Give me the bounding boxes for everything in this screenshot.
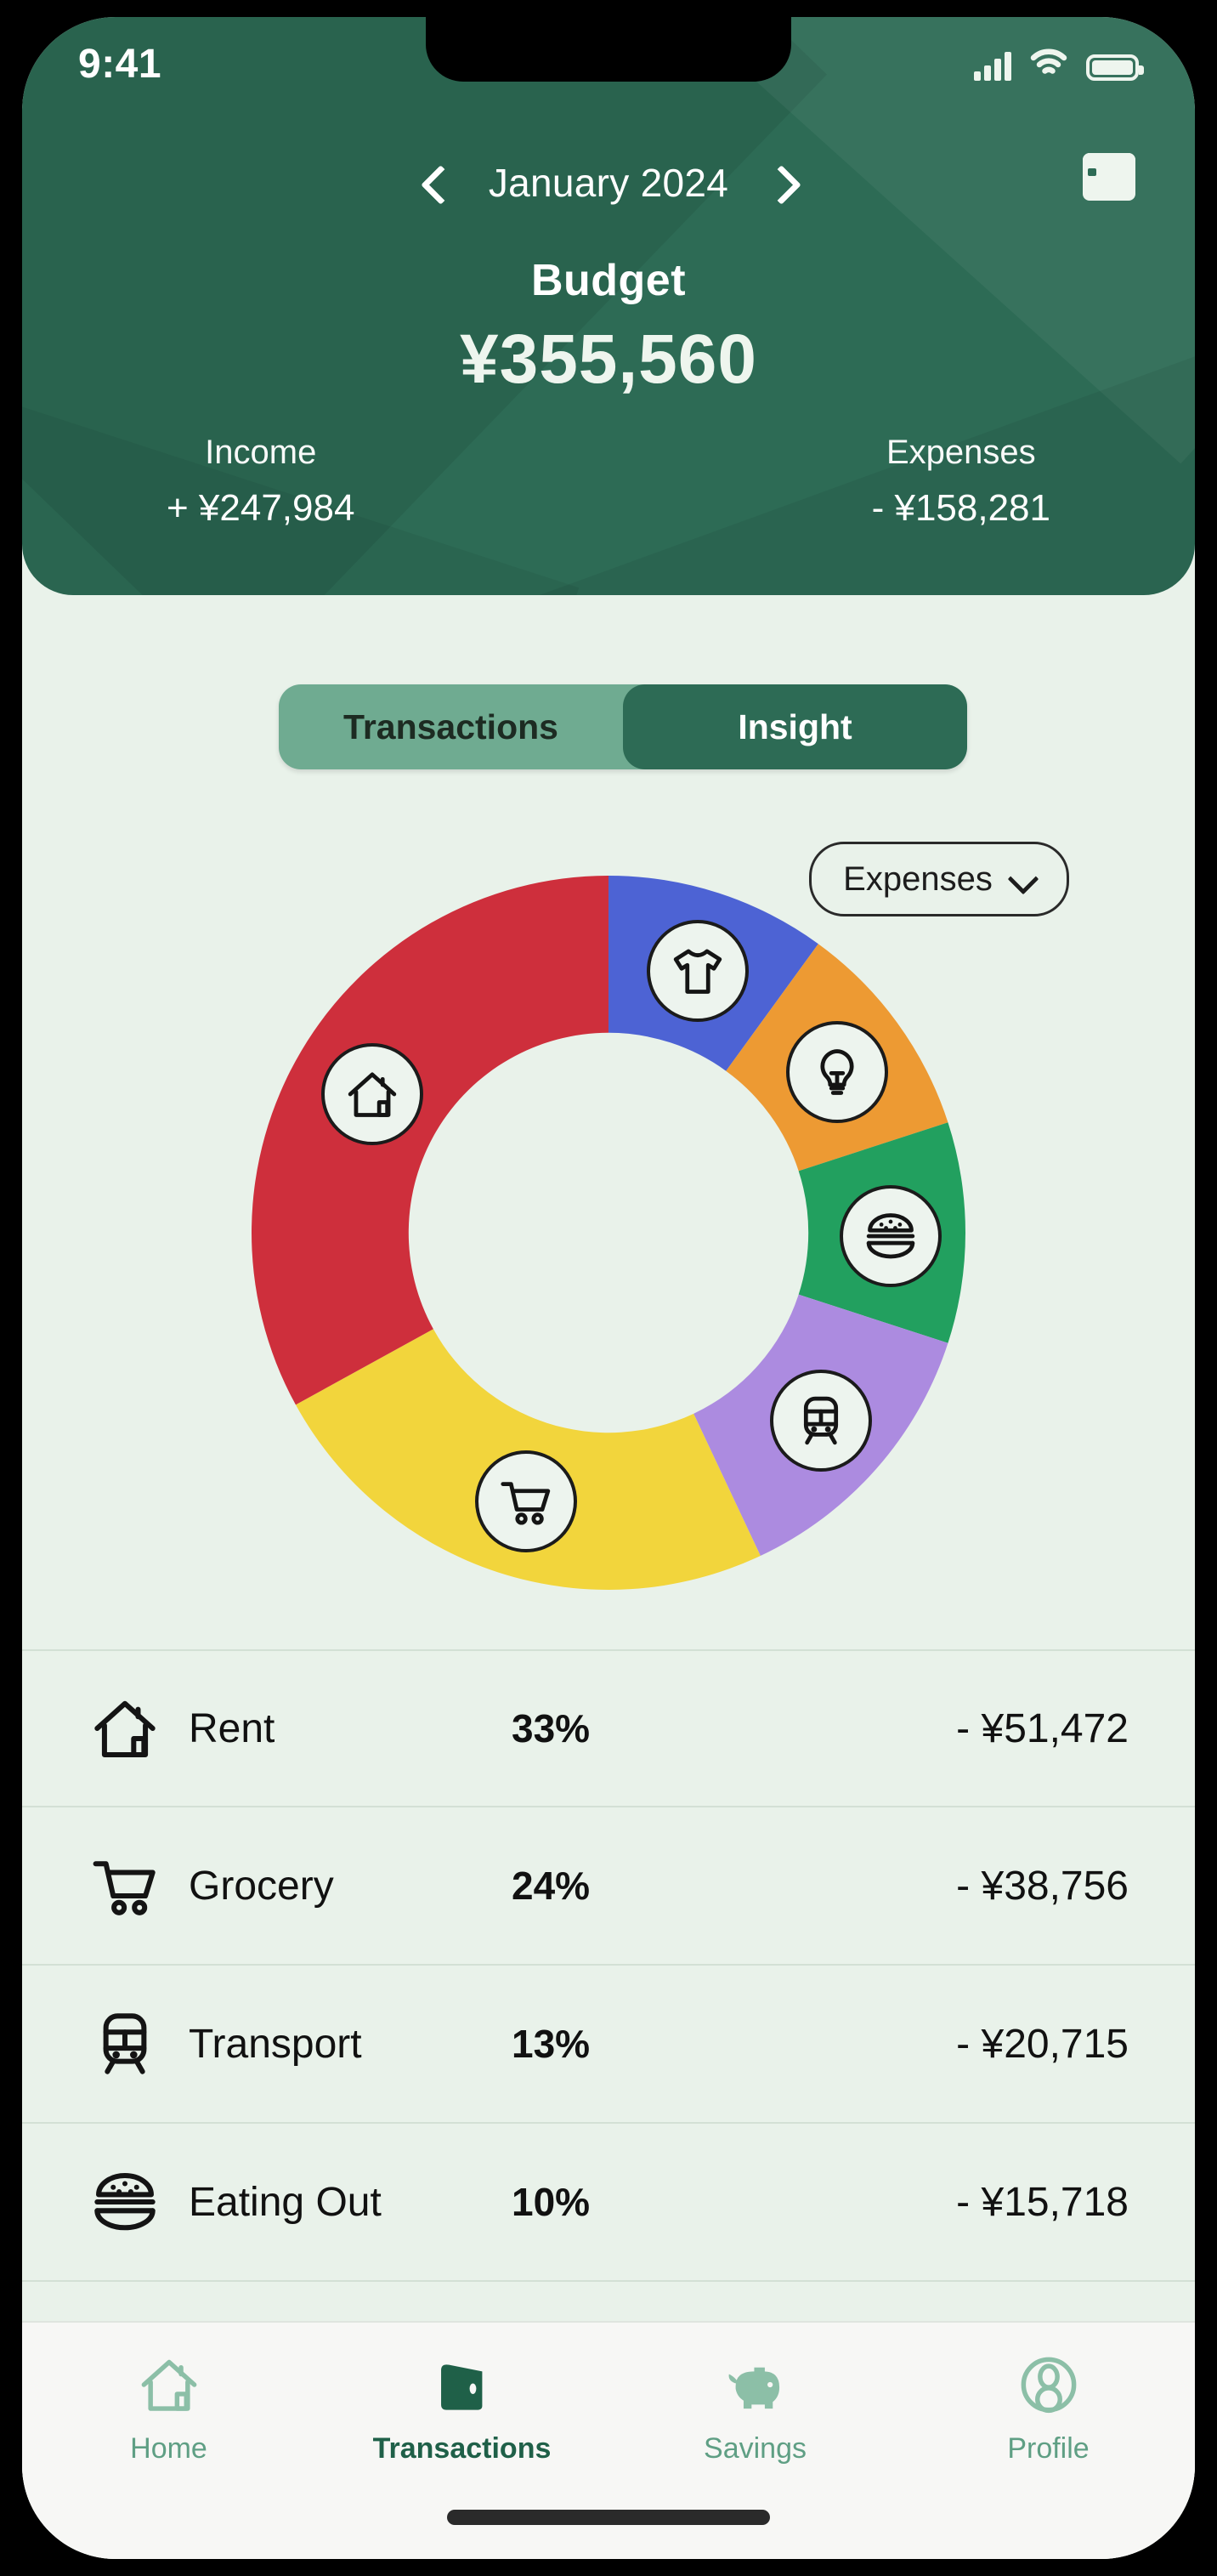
burger-icon (839, 1185, 942, 1287)
person-icon (1016, 2352, 1082, 2422)
chevron-right-icon[interactable] (767, 168, 796, 197)
nav-label: Profile (1007, 2432, 1090, 2465)
budget-amount: ¥355,560 (459, 321, 757, 398)
signal-icon (974, 51, 1011, 81)
tab-transactions[interactable]: Transactions (279, 684, 623, 769)
burger-icon (88, 2165, 161, 2238)
house-icon (136, 2352, 202, 2422)
calendar-grid (1088, 168, 1130, 196)
category-amount: - ¥38,756 (956, 1863, 1129, 1909)
category-percent: 33% (512, 1706, 591, 1750)
category-name: Grocery (189, 1863, 334, 1909)
category-name: Rent (189, 1705, 275, 1751)
app-header: 9:41 January 2024 Budget ¥355,560 Income… (22, 17, 1195, 595)
category-name: Transport (189, 2021, 362, 2067)
category-percent: 13% (512, 2022, 591, 2066)
train-icon (769, 1369, 872, 1472)
expense-donut-chart (252, 876, 965, 1590)
nav-item-savings[interactable]: Savings (608, 2352, 902, 2465)
category-amount: - ¥51,472 (956, 1705, 1129, 1751)
category-row[interactable]: Eating Out 10% - ¥15,718 (22, 2124, 1195, 2282)
expenses-summary: Expenses - ¥158,281 (872, 434, 1050, 530)
chevron-left-icon[interactable] (421, 168, 450, 197)
tab-insight[interactable]: Insight (623, 684, 967, 769)
cart-icon (88, 1849, 161, 1922)
category-row[interactable]: Transport 13% - ¥20,715 (22, 1966, 1195, 2124)
summary-row: Income + ¥247,984 Expenses - ¥158,281 (22, 434, 1195, 530)
nav-item-profile[interactable]: Profile (902, 2352, 1195, 2465)
category-row[interactable]: Grocery 24% - ¥38,756 (22, 1807, 1195, 1966)
house-icon (88, 1692, 161, 1765)
battery-icon (1086, 54, 1144, 81)
budget-block: Budget ¥355,560 (22, 255, 1195, 400)
expenses-label: Expenses (886, 434, 1036, 471)
content-area: Transactions Insight Expenses Rent 33% - ¥… (22, 595, 1195, 2559)
status-time: 9:41 (78, 41, 162, 87)
calendar-header-bar (1083, 153, 1135, 166)
cart-icon (474, 1450, 577, 1552)
category-percent: 10% (512, 2180, 591, 2224)
income-label: Income (205, 434, 317, 471)
wallet-icon (429, 2352, 495, 2422)
piggy-bank-icon (722, 2352, 789, 2422)
wifi-icon (1030, 48, 1067, 81)
category-amount: - ¥20,715 (956, 2021, 1129, 2067)
nav-item-transactions[interactable]: Transactions (315, 2352, 608, 2465)
month-label: January 2024 (488, 161, 729, 205)
month-navigator: January 2024 (22, 160, 1195, 206)
lightbulb-icon (786, 1021, 889, 1124)
category-amount: - ¥15,718 (956, 2179, 1129, 2225)
phone-notch (426, 17, 791, 82)
phone-screen: 9:41 January 2024 Budget ¥355,560 Income… (22, 17, 1195, 2559)
nav-item-home[interactable]: Home (22, 2352, 315, 2465)
income-value: + ¥247,984 (167, 487, 355, 529)
donut-slice-rent[interactable] (252, 876, 608, 1405)
nav-label: Transactions (372, 2432, 552, 2465)
tshirt-icon (647, 920, 750, 1023)
status-icons (974, 48, 1144, 81)
calendar-glyph (1083, 153, 1135, 201)
income-summary: Income + ¥247,984 (167, 434, 354, 530)
segmented-control: Transactions Insight (279, 684, 967, 769)
nav-label: Home (130, 2432, 207, 2465)
home-indicator (447, 2510, 770, 2525)
calendar-icon[interactable] (1083, 153, 1139, 204)
expenses-value: - ¥158,281 (871, 487, 1050, 529)
train-icon (88, 2007, 161, 2080)
category-name: Eating Out (189, 2179, 382, 2225)
nav-label: Savings (704, 2432, 807, 2465)
budget-title: Budget (530, 256, 687, 305)
donut-chart-wrap (22, 876, 1195, 1641)
category-row[interactable]: Rent 33% - ¥51,472 (22, 1649, 1195, 1807)
category-percent: 24% (512, 1864, 591, 1908)
house-icon (321, 1043, 424, 1146)
phone-frame: 9:41 January 2024 Budget ¥355,560 Income… (12, 7, 1205, 2569)
